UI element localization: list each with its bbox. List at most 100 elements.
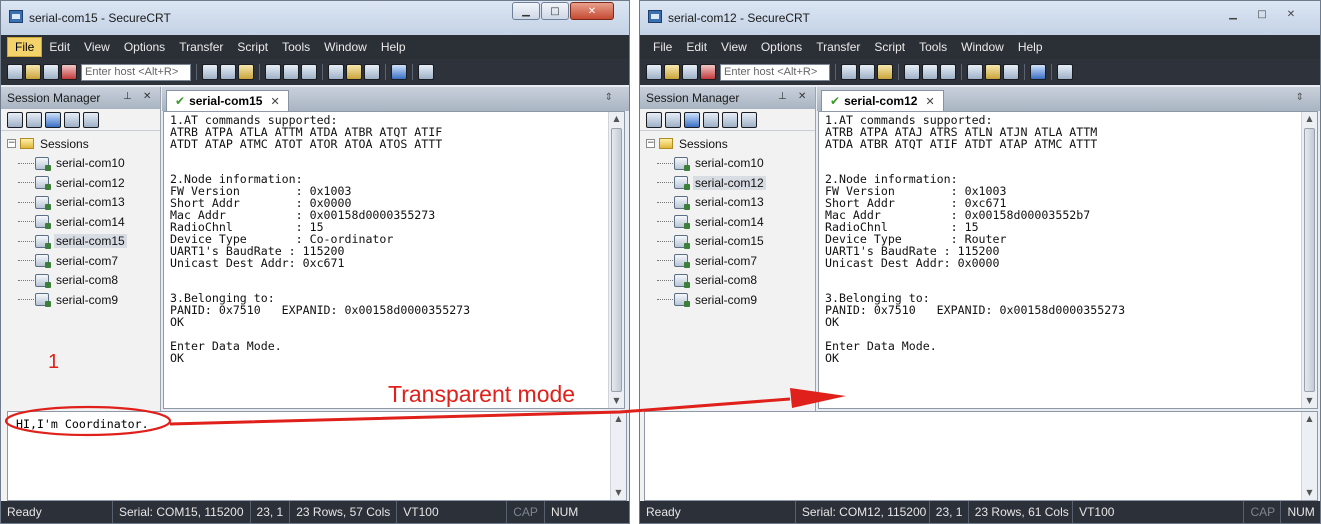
session-item[interactable]: serial-com7	[644, 251, 815, 271]
log-icon[interactable]	[301, 64, 317, 80]
scroll-thumb[interactable]	[611, 128, 622, 392]
session-item[interactable]: serial-com12	[5, 173, 160, 193]
session-item-selected[interactable]: serial-com12	[644, 173, 815, 193]
session-item[interactable]: serial-com8	[644, 271, 815, 291]
menu-view[interactable]: View	[77, 38, 117, 56]
tree-root-sessions[interactable]: − Sessions	[5, 134, 160, 154]
scroll-down-icon[interactable]: ▼	[1302, 394, 1317, 408]
tab-scroll-icon[interactable]: ⇕	[605, 92, 613, 103]
close-button[interactable]: ✕	[1277, 5, 1305, 23]
collapse-icon[interactable]: −	[646, 139, 655, 149]
session-item[interactable]: serial-com14	[5, 212, 160, 232]
menu-options[interactable]: Options	[754, 38, 809, 56]
quick-connect-icon[interactable]	[25, 64, 41, 80]
session-item[interactable]: serial-com14	[644, 212, 815, 232]
host-input[interactable]: Enter host <Alt+R>	[81, 63, 191, 81]
menu-options[interactable]: Options	[117, 38, 172, 56]
pin-icon[interactable]: ⊥	[123, 91, 132, 102]
title-bar[interactable]: serial-com15 - SecureCRT ▁ □ ✕	[1, 1, 629, 35]
scroll-up-icon[interactable]: ▲	[609, 112, 624, 126]
session-item-selected[interactable]: serial-com15	[5, 232, 160, 252]
session-item[interactable]: serial-com9	[5, 290, 160, 310]
tab-scroll-icon[interactable]: ⇕	[1296, 92, 1304, 103]
terminal-scrollbar[interactable]: ▲ ▼	[608, 112, 624, 408]
tab-session[interactable]: ✔ serial-com12 ✕	[821, 90, 944, 111]
scroll-down-icon[interactable]: ▼	[1302, 486, 1317, 500]
pin-icon[interactable]: ⊥	[778, 91, 787, 102]
tab-close-icon[interactable]: ✕	[270, 95, 279, 108]
tree-root-sessions[interactable]: − Sessions	[644, 134, 815, 154]
session-options-icon[interactable]	[328, 64, 344, 80]
paste-icon[interactable]	[859, 64, 875, 80]
disconnect-icon[interactable]	[61, 64, 77, 80]
global-options-icon[interactable]	[985, 64, 1001, 80]
menu-help[interactable]: Help	[374, 38, 413, 56]
collapse-icon[interactable]: −	[7, 139, 16, 149]
scroll-up-icon[interactable]: ▲	[1302, 412, 1317, 426]
cut-icon[interactable]	[703, 111, 719, 128]
terminal-output[interactable]: 1.AT commands supported: ATRB ATPA ATLA A…	[163, 111, 625, 409]
menu-view[interactable]: View	[714, 38, 754, 56]
tab-close-icon[interactable]: ✕	[925, 95, 934, 108]
connect-icon[interactable]	[7, 111, 23, 128]
menu-script[interactable]: Script	[230, 38, 275, 56]
copy-icon[interactable]	[202, 64, 218, 80]
print-icon[interactable]	[904, 64, 920, 80]
menu-help[interactable]: Help	[1011, 38, 1050, 56]
key-icon[interactable]	[364, 64, 380, 80]
connect-tab-icon[interactable]	[26, 111, 42, 128]
terminal-scrollbar[interactable]: ▲ ▼	[1301, 112, 1317, 408]
close-icon[interactable]: ✕	[143, 91, 151, 102]
cut-icon[interactable]	[64, 111, 80, 128]
session-options-icon[interactable]	[967, 64, 983, 80]
session-item[interactable]: serial-com10	[644, 154, 815, 174]
help-icon[interactable]	[1030, 64, 1046, 80]
keymap-icon[interactable]	[1057, 64, 1073, 80]
tab-session[interactable]: ✔ serial-com15 ✕	[166, 90, 289, 111]
menu-edit[interactable]: Edit	[42, 38, 77, 56]
print-setup-icon[interactable]	[922, 64, 938, 80]
session-item[interactable]: serial-com13	[644, 193, 815, 213]
global-options-icon[interactable]	[346, 64, 362, 80]
session-item[interactable]: serial-com15	[644, 232, 815, 252]
paste-icon[interactable]	[741, 111, 757, 128]
menu-window[interactable]: Window	[954, 38, 1011, 56]
title-bar[interactable]: serial-com12 - SecureCRT ▁ □ ✕	[640, 1, 1320, 35]
copy-icon[interactable]	[83, 111, 99, 128]
chat-scrollbar[interactable]: ▲ ▼	[1301, 412, 1317, 500]
maximize-button[interactable]: □	[541, 2, 569, 20]
log-icon[interactable]	[940, 64, 956, 80]
scroll-up-icon[interactable]: ▲	[611, 412, 626, 426]
menu-window[interactable]: Window	[317, 38, 374, 56]
print-setup-icon[interactable]	[283, 64, 299, 80]
session-item[interactable]: serial-com9	[644, 290, 815, 310]
new-session-icon[interactable]	[45, 111, 61, 128]
session-item[interactable]: serial-com8	[5, 271, 160, 291]
menu-file[interactable]: File	[7, 37, 43, 57]
host-input[interactable]: Enter host <Alt+R>	[720, 63, 830, 81]
help-icon[interactable]	[391, 64, 407, 80]
key-icon[interactable]	[1003, 64, 1019, 80]
scroll-up-icon[interactable]: ▲	[1302, 112, 1317, 126]
keymap-icon[interactable]	[418, 64, 434, 80]
connect-icon[interactable]	[646, 64, 662, 80]
close-button[interactable]: ✕	[570, 2, 614, 20]
chat-window[interactable]: HI,I'm Coordinator. ▲ ▼	[7, 411, 627, 501]
menu-transfer[interactable]: Transfer	[172, 38, 230, 56]
chat-window[interactable]: ▲ ▼	[644, 411, 1318, 501]
new-session-icon[interactable]	[684, 111, 700, 128]
print-icon[interactable]	[265, 64, 281, 80]
scroll-down-icon[interactable]: ▼	[611, 486, 626, 500]
menu-tools[interactable]: Tools	[275, 38, 317, 56]
scroll-thumb[interactable]	[1304, 128, 1315, 392]
find-icon[interactable]	[877, 64, 893, 80]
find-icon[interactable]	[238, 64, 254, 80]
connect-tab-icon[interactable]	[43, 64, 59, 80]
session-item[interactable]: serial-com13	[5, 193, 160, 213]
minimize-button[interactable]: ▁	[512, 2, 540, 20]
connect-icon[interactable]	[7, 64, 23, 80]
close-icon[interactable]: ✕	[798, 91, 806, 102]
scroll-down-icon[interactable]: ▼	[609, 394, 624, 408]
menu-edit[interactable]: Edit	[679, 38, 714, 56]
paste-icon[interactable]	[220, 64, 236, 80]
